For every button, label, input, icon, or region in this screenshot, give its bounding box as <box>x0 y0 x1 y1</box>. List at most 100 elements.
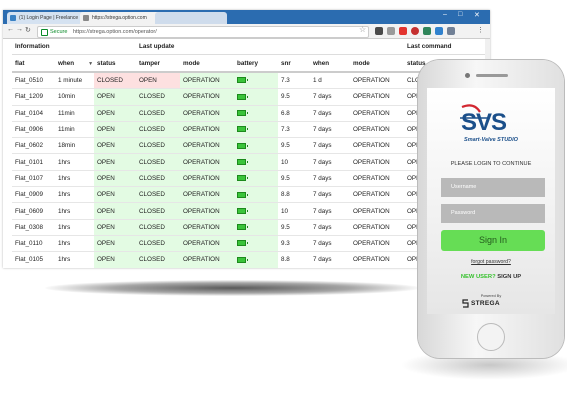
tab-strega[interactable]: https://strega.option.com ✕ <box>80 12 164 24</box>
cell-mode: OPERATION <box>180 137 234 155</box>
minimize-icon[interactable]: – <box>443 11 447 18</box>
back-icon[interactable]: ← <box>7 26 14 33</box>
tab-blank[interactable] <box>155 12 227 24</box>
cell-flat: Flat_1209 <box>12 88 55 106</box>
cell-status: OPEN <box>94 170 136 188</box>
group-header-last-command: Last command <box>404 39 490 55</box>
cell-when: 1hrs <box>55 235 94 253</box>
cell-status: OPEN <box>94 186 136 204</box>
cell-battery <box>234 186 278 204</box>
cell-mode: OPERATION <box>180 251 234 268</box>
lock-icon <box>41 29 48 36</box>
tab-bar: (1) Login Page | Freelance ✕ https://str… <box>3 10 490 24</box>
cell-tamper: CLOSED <box>136 137 180 155</box>
login-screen: SVS Smart-Valve STUDIO PLEASE LOGIN TO C… <box>427 88 555 314</box>
extension-icon[interactable] <box>399 27 407 35</box>
cell-status: OPEN <box>94 219 136 236</box>
url-text: https://strega.option.com/operator/ <box>72 29 157 35</box>
address-bar[interactable]: Secure https://strega.option.com/operato… <box>37 26 369 38</box>
cell-command-when: 7 days <box>310 88 350 106</box>
app-tagline: Smart-Valve STUDIO <box>464 137 518 143</box>
tab-label: (1) Login Page | Freelance <box>19 15 79 21</box>
column-header-mode[interactable]: mode <box>180 54 234 73</box>
brand-name: STREGA <box>471 300 500 307</box>
column-header-command-when[interactable]: when <box>310 54 350 73</box>
cell-flat: Flat_0110 <box>12 235 55 253</box>
speaker-grille <box>476 74 508 77</box>
cell-battery <box>234 121 278 139</box>
cell-command-when: 1 d <box>310 72 350 90</box>
cell-command-when: 7 days <box>310 170 350 188</box>
maximize-icon[interactable]: □ <box>458 11 462 18</box>
cell-flat: Flat_0107 <box>12 170 55 188</box>
battery-icon <box>237 240 248 247</box>
cell-status: OPEN <box>94 88 136 106</box>
cell-mode: OPERATION <box>180 153 234 171</box>
cell-status: OPEN <box>94 251 136 268</box>
cell-tamper: CLOSED <box>136 153 180 171</box>
reload-icon[interactable]: ↻ <box>25 26 31 34</box>
home-button[interactable] <box>477 323 505 351</box>
close-window-icon[interactable]: ✕ <box>474 11 480 19</box>
username-field[interactable]: Username <box>441 178 545 197</box>
cell-tamper: CLOSED <box>136 235 180 253</box>
cell-when: 1hrs <box>55 219 94 236</box>
menu-icon[interactable]: ⋮ <box>477 26 484 34</box>
battery-icon <box>237 110 248 117</box>
column-header-battery[interactable]: battery <box>234 54 278 73</box>
column-header-snr[interactable]: snr <box>278 54 310 73</box>
cell-command-mode: OPERATION <box>350 219 404 236</box>
strega-logo-icon <box>462 299 469 308</box>
cell-flat: Flat_0101 <box>12 153 55 171</box>
cell-command-when: 7 days <box>310 153 350 171</box>
cell-battery <box>234 202 278 220</box>
cell-flat: Flat_0609 <box>12 202 55 220</box>
cell-flat: Flat_0909 <box>12 186 55 204</box>
opera-icon[interactable] <box>411 27 419 35</box>
column-header-status[interactable]: status <box>94 54 136 73</box>
forgot-password-link[interactable]: forgot password? <box>427 259 555 265</box>
battery-icon <box>237 191 248 198</box>
cell-status: OPEN <box>94 153 136 171</box>
password-field[interactable]: Password <box>441 204 545 223</box>
cell-snr: 10 <box>278 153 310 171</box>
cell-battery <box>234 170 278 188</box>
cell-command-when: 7 days <box>310 121 350 139</box>
address-bar-row: ← → ↻ Secure https://strega.option.com/o… <box>3 24 490 39</box>
cell-when: 11min <box>55 121 94 139</box>
column-header-command-mode[interactable]: mode <box>350 54 404 73</box>
bookmark-star-icon[interactable]: ☆ <box>359 25 366 34</box>
login-prompt: PLEASE LOGIN TO CONTINUE <box>450 161 532 167</box>
linkedin-favicon-icon <box>10 15 16 21</box>
cell-tamper: CLOSED <box>136 186 180 204</box>
battery-icon <box>237 224 248 231</box>
sort-desc-icon[interactable]: ▼ <box>88 61 93 67</box>
cell-battery <box>234 137 278 155</box>
extension-icon[interactable] <box>387 27 395 35</box>
sign-up-link[interactable]: SIGN UP <box>497 274 521 280</box>
cell-command-when: 7 days <box>310 202 350 220</box>
cell-command-mode: OPERATION <box>350 170 404 188</box>
cell-snr: 9.5 <box>278 88 310 106</box>
cell-command-when: 7 days <box>310 251 350 268</box>
cell-mode: OPERATION <box>180 170 234 188</box>
sign-in-button[interactable]: Sign In <box>441 230 545 251</box>
cell-battery <box>234 235 278 253</box>
cell-command-when: 7 days <box>310 186 350 204</box>
translate-icon[interactable] <box>435 27 443 35</box>
extension-icon[interactable] <box>375 27 383 35</box>
column-header-flat[interactable]: flat <box>12 54 55 73</box>
cell-snr: 10 <box>278 202 310 220</box>
extension-icon[interactable] <box>447 27 455 35</box>
tab-login-page[interactable]: (1) Login Page | Freelance ✕ <box>7 12 89 24</box>
column-header-tamper[interactable]: tamper <box>136 54 180 73</box>
tab-label: https://strega.option.com <box>92 15 147 21</box>
cell-flat: Flat_0602 <box>12 137 55 155</box>
cell-status: OPEN <box>94 137 136 155</box>
cell-mode: OPERATION <box>180 202 234 220</box>
cell-flat: Flat_0104 <box>12 105 55 122</box>
column-header-when[interactable]: when ▼ <box>55 54 94 73</box>
forward-icon[interactable]: → <box>16 26 23 33</box>
cell-flat: Flat_0308 <box>12 219 55 236</box>
extension-icon[interactable] <box>423 27 431 35</box>
